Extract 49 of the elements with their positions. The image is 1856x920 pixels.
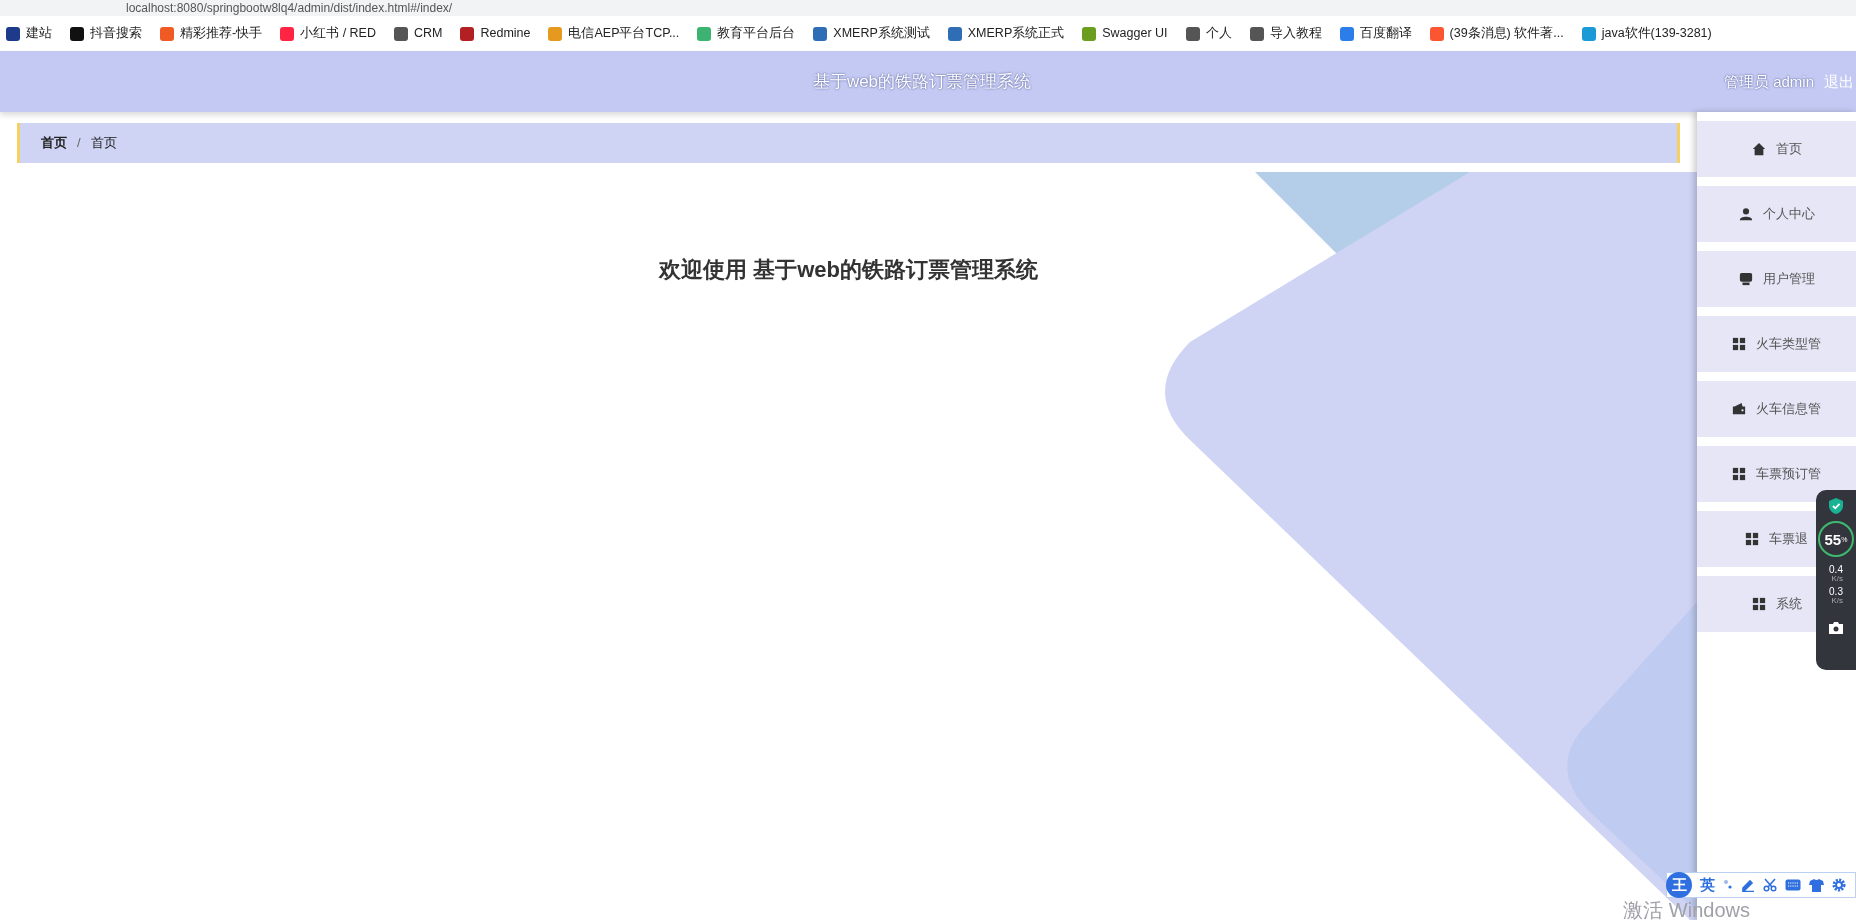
menu-item[interactable]: 火车信息管: [1697, 381, 1856, 437]
shirt-icon[interactable]: [1809, 878, 1824, 892]
camera-icon[interactable]: [1828, 621, 1844, 635]
pen-icon[interactable]: [1741, 878, 1755, 892]
ime-logo[interactable]: 王: [1666, 872, 1692, 898]
menu-item[interactable]: 用户管理: [1697, 251, 1856, 307]
rate-unit: K/s: [1831, 597, 1843, 605]
menu-item[interactable]: 个人中心: [1697, 186, 1856, 242]
bookmark[interactable]: java软件(139-3281): [1581, 24, 1712, 43]
rate-unit: K/s: [1831, 575, 1843, 583]
bookmark[interactable]: 精彩推荐-快手: [160, 24, 263, 43]
menu-item[interactable]: 车票预订管: [1697, 446, 1856, 502]
bookmark[interactable]: (39条消息) 软件著...: [1429, 24, 1564, 43]
bookmark[interactable]: Swagger UI: [1082, 24, 1168, 43]
bookmark[interactable]: 建站: [6, 24, 52, 43]
settings-icon[interactable]: [1832, 878, 1846, 892]
grid-icon: [1751, 597, 1766, 611]
grid-icon: [1732, 337, 1746, 351]
bookmark[interactable]: 小红书 / RED: [280, 24, 376, 43]
bookmark[interactable]: 电信AEP平台TCP...: [548, 24, 680, 43]
bookmark[interactable]: CRM: [394, 24, 443, 43]
download-rate: 0.3: [1829, 587, 1843, 597]
welcome-heading: 欢迎使用 基于web的铁路订票管理系统: [659, 256, 1038, 284]
breadcrumb-current: 首页: [90, 134, 117, 153]
bookmark[interactable]: XMERP系统正式: [947, 24, 1065, 43]
bookmark[interactable]: XMERP系统测试: [813, 24, 930, 43]
scissors-icon[interactable]: [1763, 878, 1777, 892]
user-icon: [1738, 207, 1753, 221]
grid-icon: [1732, 467, 1746, 481]
menu-item[interactable]: 火车类型管: [1697, 316, 1856, 372]
monitor-icon: [1738, 272, 1753, 286]
menu-item[interactable]: 首页: [1697, 121, 1856, 177]
bookmark[interactable]: 个人: [1185, 24, 1232, 43]
bookmark[interactable]: 百度翻译: [1339, 24, 1412, 43]
bookmark[interactable]: 抖音搜索: [70, 24, 142, 43]
grid-icon: [1745, 532, 1759, 546]
bookmark[interactable]: Redmine: [460, 24, 531, 43]
bookmark[interactable]: 教育平台后台: [697, 24, 796, 43]
breadcrumb-separator: /: [77, 134, 81, 153]
punctuation-icon[interactable]: [1723, 879, 1733, 891]
shield-icon: [1828, 497, 1844, 515]
wallet-icon: [1732, 402, 1746, 416]
user-label: 管理员 admin: [1723, 71, 1814, 92]
keyboard-icon[interactable]: [1785, 879, 1801, 891]
bookmark[interactable]: 导入教程: [1249, 24, 1322, 43]
language-toggle[interactable]: 英: [1700, 873, 1715, 897]
home-icon: [1751, 142, 1766, 156]
breadcrumb-link[interactable]: 首页: [41, 133, 67, 153]
upload-rate: 0.4: [1829, 565, 1843, 575]
